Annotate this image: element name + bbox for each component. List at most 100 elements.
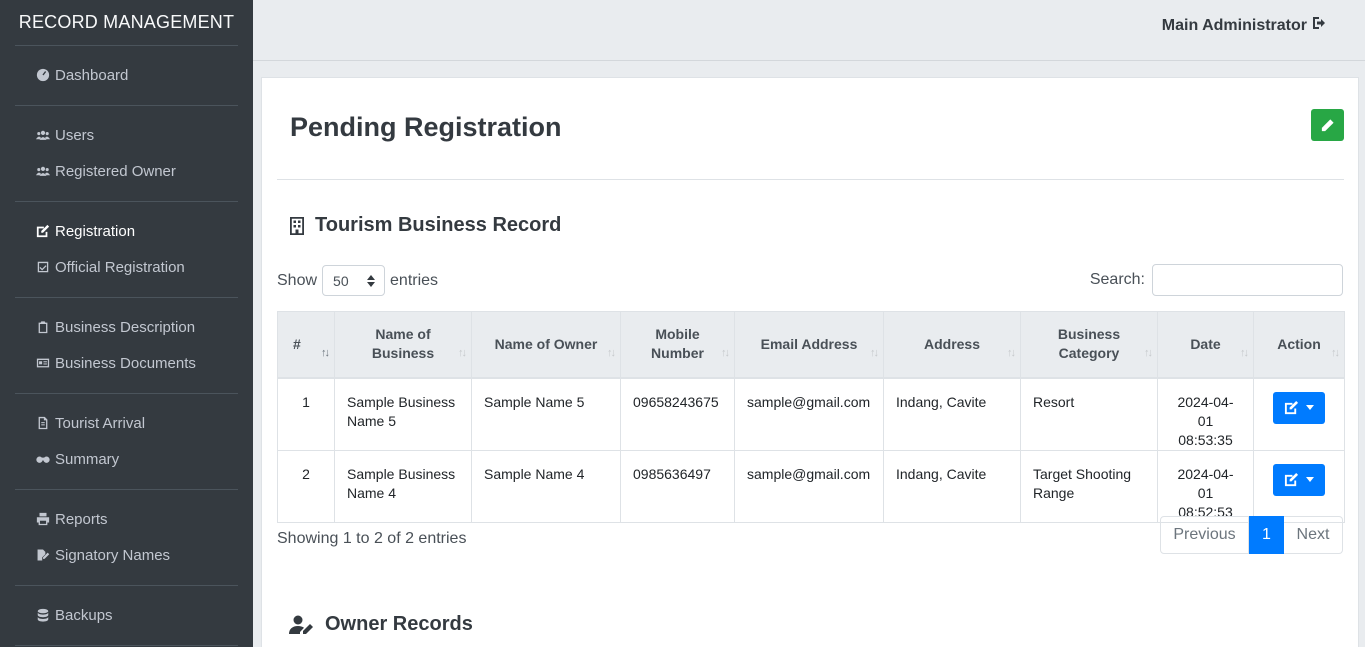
section-title-tourism: Tourism Business Record	[289, 214, 561, 237]
tachometer-icon	[35, 67, 51, 83]
column-header[interactable]: Address ↑↓	[883, 311, 1021, 379]
user-name: Main Administrator	[1161, 16, 1307, 34]
main-card: Pending Registration Tourism Business Re…	[261, 77, 1359, 647]
pagination: Previous 1 Next	[1160, 516, 1343, 554]
section-title-text: Tourism Business Record	[315, 214, 562, 236]
building-icon	[289, 216, 305, 236]
brand-title[interactable]: RECORD MANAGEMENT	[15, 0, 238, 46]
table-info: Showing 1 to 2 of 2 entries	[277, 530, 467, 547]
cell-business: Sample Business Name 4	[334, 449, 472, 523]
edit-icon	[1284, 400, 1299, 415]
cell-mobile: 0985636497	[620, 449, 735, 523]
cell-num: 2	[277, 449, 335, 523]
sidebar-item-label: Registration	[55, 222, 136, 240]
edit-icon	[35, 223, 51, 239]
nav-group-backups: Backups	[15, 586, 238, 646]
column-header[interactable]: Mobile Number ↑↓	[620, 311, 735, 379]
cell-address: Indang, Cavite	[883, 377, 1021, 451]
sidebar-item-summary[interactable]: Summary	[15, 441, 238, 477]
file-signature-icon	[35, 547, 51, 563]
cell-email: sample@gmail.com	[734, 449, 884, 523]
search-box: Search:	[1090, 264, 1343, 296]
clipboard-icon	[35, 319, 51, 335]
nav-group-dashboard: Dashboard	[15, 46, 238, 106]
table-row: 2 Sample Business Name 4 Sample Name 4 0…	[277, 449, 1345, 523]
column-header[interactable]: Date ↑↓	[1157, 311, 1254, 379]
sidebar-item-label: Backups	[55, 606, 113, 624]
column-header[interactable]: Action ↑↓	[1253, 311, 1345, 379]
sidebar-item-label: Business Description	[55, 318, 196, 336]
sidebar: RECORD MANAGEMENT Dashboard Users Regist…	[0, 0, 253, 647]
cell-num: 1	[277, 377, 335, 451]
cell-owner: Sample Name 5	[471, 377, 621, 451]
database-icon	[35, 607, 51, 623]
column-header[interactable]: Name of Owner ↑↓	[471, 311, 621, 379]
sidebar-item-signatory-names[interactable]: Signatory Names	[15, 537, 238, 573]
section-title-text: Owner Records	[325, 613, 473, 635]
nav-group-registration: Registration Official Registration	[15, 202, 238, 298]
column-header[interactable]: # ↑↓	[277, 311, 335, 379]
page-title: Pending Registration	[290, 112, 562, 142]
pagination-next[interactable]: Next	[1284, 516, 1343, 554]
sidebar-item-official-registration[interactable]: Official Registration	[15, 249, 238, 285]
table-row: 1 Sample Business Name 5 Sample Name 5 0…	[277, 377, 1345, 451]
sidebar-item-users[interactable]: Users	[15, 117, 238, 153]
sidebar-item-business-documents[interactable]: Business Documents	[15, 345, 238, 381]
file-icon	[35, 415, 51, 431]
nav-group-tourist: Tourist Arrival Summary	[15, 394, 238, 490]
caret-down-icon	[1306, 477, 1314, 482]
binoculars-icon	[35, 451, 51, 467]
sort-arrows-icon	[367, 274, 376, 287]
sidebar-item-backups[interactable]: Backups	[15, 597, 238, 633]
cell-business: Sample Business Name 5	[334, 377, 472, 451]
edit-icon	[1284, 472, 1299, 487]
nav-group-business: Business Description Business Documents	[15, 298, 238, 394]
sidebar-item-registered-owner[interactable]: Registered Owner	[15, 153, 238, 189]
action-dropdown-button[interactable]	[1273, 463, 1325, 496]
action-dropdown-button[interactable]	[1273, 391, 1325, 424]
cell-action	[1253, 377, 1345, 451]
sidebar-item-label: Business Documents	[55, 354, 196, 372]
user-edit-icon	[289, 615, 315, 635]
divider	[277, 179, 1344, 180]
top-navbar: Main Administrator	[253, 0, 1365, 61]
search-input[interactable]	[1152, 264, 1343, 296]
cell-date: 2024-04-01 08:53:35	[1157, 377, 1254, 451]
sidebar-item-reports[interactable]: Reports	[15, 501, 238, 537]
sign-out-icon[interactable]	[1312, 15, 1328, 36]
cell-category: Target Shooting Range	[1020, 449, 1158, 523]
table-header-row: # ↑↓ Name of Business ↑↓ Name of Owner ↑↓ M…	[277, 311, 1345, 379]
column-header[interactable]: Email Address ↑↓	[734, 311, 884, 379]
nav-group-users: Users Registered Owner	[15, 106, 238, 202]
sidebar-item-label: Tourist Arrival	[55, 414, 146, 432]
sidebar-item-dashboard[interactable]: Dashboard	[15, 57, 238, 93]
edit-button[interactable]	[1311, 109, 1344, 141]
sidebar-item-label: Registered Owner	[55, 162, 176, 180]
search-label: Search:	[1089, 271, 1145, 288]
sidebar-item-tourist-arrival[interactable]: Tourist Arrival	[15, 405, 238, 441]
cell-mobile: 09658243675	[620, 377, 735, 451]
cell-owner: Sample Name 4	[471, 449, 621, 523]
sidebar-item-label: Summary	[55, 450, 120, 468]
records-table: # ↑↓ Name of Business ↑↓ Name of Owner ↑↓ M…	[277, 311, 1345, 523]
user-menu[interactable]: Main Administrator	[1162, 15, 1328, 36]
cell-date: 2024-04-01 08:52:53	[1157, 449, 1254, 523]
sidebar-item-registration[interactable]: Registration	[15, 213, 238, 249]
page-size-select[interactable]: 50	[322, 265, 386, 296]
pagination-previous[interactable]: Previous	[1160, 516, 1249, 554]
check-square-icon	[35, 259, 51, 275]
pencil-icon	[1320, 118, 1335, 133]
sidebar-item-label: Users	[55, 126, 95, 144]
nav-group-reports: Reports Signatory Names	[15, 490, 238, 586]
show-entries: Show 50 entries	[277, 265, 438, 296]
show-label: Show	[277, 271, 318, 289]
pagination-page-1[interactable]: 1	[1249, 516, 1284, 554]
page-size-value: 50	[333, 272, 349, 289]
entries-label: entries	[390, 271, 439, 289]
sidebar-item-label: Signatory Names	[55, 546, 171, 564]
column-header[interactable]: Business Category ↑↓	[1020, 311, 1158, 379]
sidebar-item-business-description[interactable]: Business Description	[15, 309, 238, 345]
users-icon	[35, 127, 51, 143]
id-card-icon	[35, 355, 51, 371]
column-header[interactable]: Name of Business ↑↓	[334, 311, 472, 379]
